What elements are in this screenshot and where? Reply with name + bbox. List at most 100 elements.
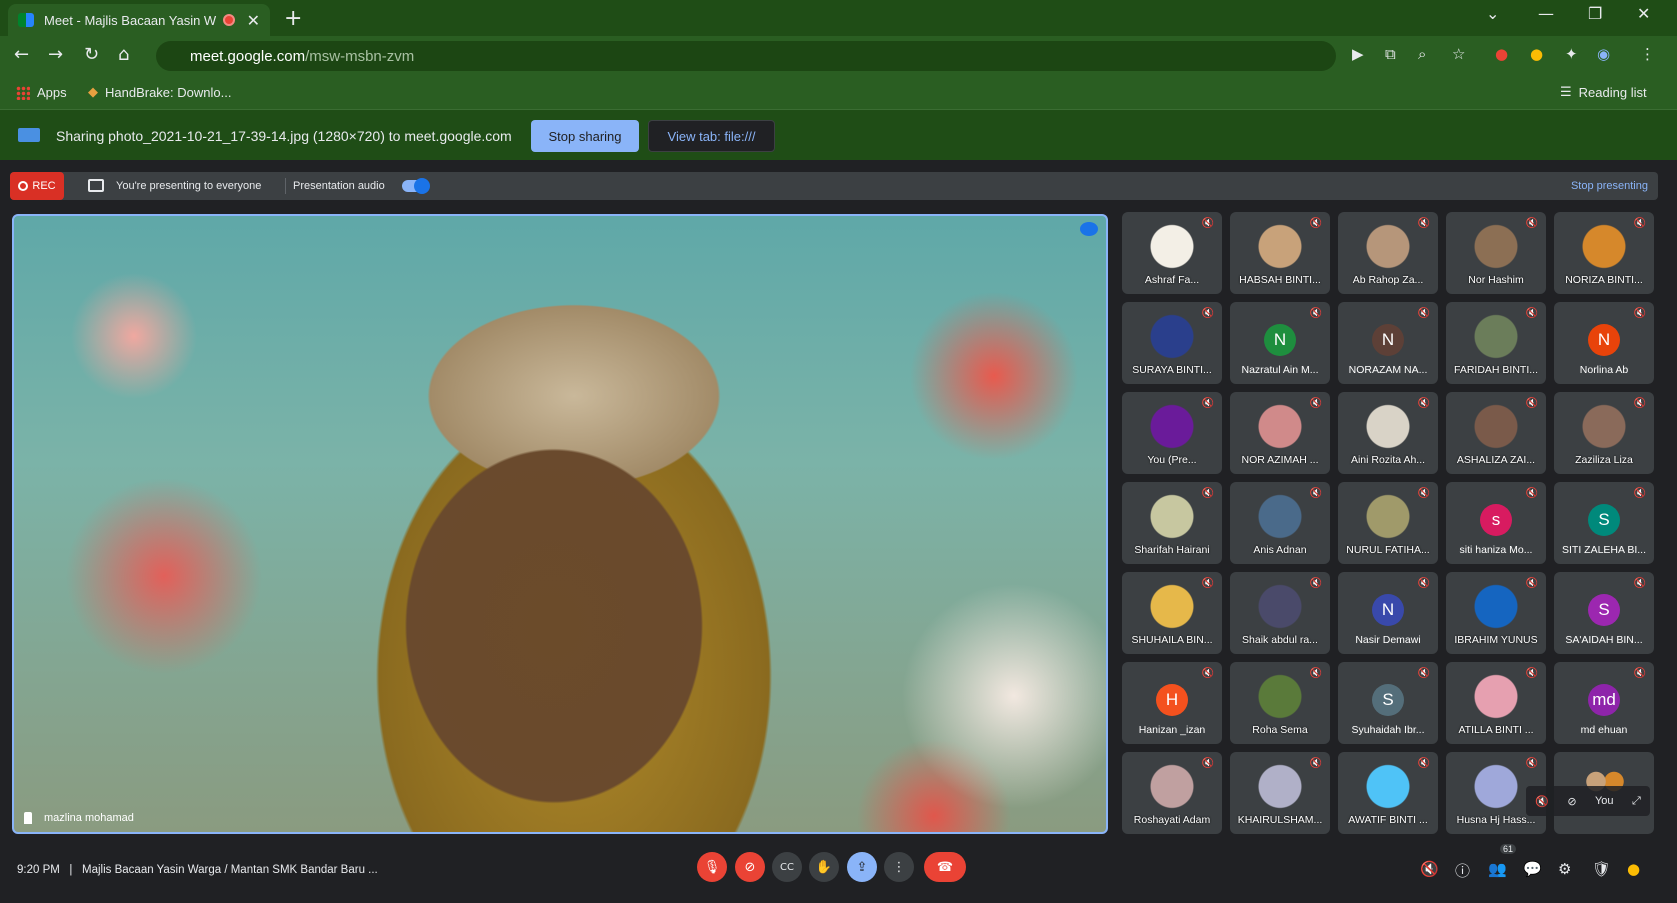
participant-tile[interactable]: 🔇 Shaik abdul ra... [1230,572,1330,654]
bookmark-handbrake[interactable]: ◆ HandBrake: Downlo... [88,85,231,100]
expand-icon[interactable]: ⤢ [1632,794,1641,808]
raise-hand-button[interactable]: ✋ [809,852,839,882]
leave-call-button[interactable]: ☎ [924,852,966,882]
participant-name: Shaik abdul ra... [1242,634,1318,646]
participant-tile[interactable]: H 🔇 Hanizan _izan [1122,662,1222,744]
main-speaker-video[interactable]: mazlina mohamad [12,214,1108,834]
stop-sharing-button[interactable]: Stop sharing [531,120,639,152]
participant-tile[interactable]: 🔇 IBRAHIM YUNUS [1446,572,1546,654]
zoom-icon[interactable]: ⌕ [1418,45,1426,63]
camera-in-use-icon[interactable]: ▶ [1352,45,1364,63]
restore-button[interactable]: ❐ [1588,4,1602,23]
activities-icon[interactable]: ⚙ [1558,860,1571,878]
meeting-info-icon[interactable]: ⓘ [1455,860,1470,881]
participant-tile[interactable]: 🔇 NORIZA BINTI... [1554,212,1654,294]
participant-tile[interactable]: 🔇 Ashraf Fa... [1122,212,1222,294]
participant-tile[interactable]: 🔇 FARIDAH BINTI... [1446,302,1546,384]
participant-tile[interactable]: 🔇 HABSAH BINTI... [1230,212,1330,294]
bookmark-star-icon[interactable]: ☆ [1452,45,1465,63]
avatar: S [1372,684,1404,716]
reading-list-icon: ☰ [1560,85,1572,100]
people-icon[interactable]: 👥 [1488,860,1507,878]
reading-list-button[interactable]: ☰ Reading list [1560,85,1647,100]
participant-tile[interactable]: 🔇 AWATIF BINTI ... [1338,752,1438,834]
participant-tile[interactable]: S 🔇 SITI ZALEHA BI... [1554,482,1654,564]
muted-mic-icon: 🔇 [1201,218,1214,229]
rec-badge[interactable]: REC [10,172,64,200]
participant-tile[interactable]: 🔇 NOR AZIMAH ... [1230,392,1330,474]
host-controls-icon[interactable]: 🛡 [1592,860,1611,878]
extension-bulb-icon[interactable]: ● [1530,45,1543,63]
view-tab-button[interactable]: View tab: file:/// [648,120,775,152]
tab-search-chevron-icon[interactable]: ⌄ [1486,4,1499,23]
open-external-icon[interactable]: ⧉ [1385,45,1396,63]
pin-icon[interactable] [24,812,32,824]
participant-tile[interactable]: S 🔇 Syuhaidah Ibr... [1338,662,1438,744]
participant-tile[interactable]: 🔇 KHAIRULSHAM... [1230,752,1330,834]
participant-tile[interactable]: 🔇 SURAYA BINTI... [1122,302,1222,384]
companion-bulb-icon[interactable]: ● [1627,860,1640,878]
participant-name: siti haniza Mo... [1459,544,1533,556]
address-bar[interactable]: meet.google.com/msw-msbn-zvm [156,41,1336,71]
participant-tile[interactable]: s 🔇 siti haniza Mo... [1446,482,1546,564]
muted-mic-icon: 🔇 [1633,308,1646,319]
participant-tile[interactable]: 🔇 ATILLA BINTI ... [1446,662,1546,744]
bookmark-apps[interactable]: Apps [16,85,67,100]
chat-icon[interactable]: 💬 [1523,860,1542,878]
browser-menu-icon[interactable]: ⋮ [1640,45,1655,63]
participant-tile[interactable]: 🔇 Roshayati Adam [1122,752,1222,834]
participant-name: Sharifah Hairani [1134,544,1210,556]
participant-tile[interactable]: md 🔇 md ehuan [1554,662,1654,744]
back-button[interactable]: ← [14,44,29,65]
minimize-button[interactable]: — [1538,4,1554,23]
profile-avatar[interactable]: ◉ [1597,45,1610,63]
participant-name: FARIDAH BINTI... [1453,364,1538,376]
participant-tile[interactable]: 🔇 Sharifah Hairani [1122,482,1222,564]
participant-tile[interactable]: 🔇 You (Pre... [1122,392,1222,474]
participant-tile[interactable]: 🔇 Aini Rozita Ah... [1338,392,1438,474]
mute-all-icon[interactable]: 🔇 [1420,860,1439,878]
home-button[interactable]: ⌂ [118,44,129,65]
url-host: meet.google.com [190,47,306,65]
browser-tab[interactable]: Meet - Majlis Bacaan Yasin W ✕ [8,4,270,36]
participant-tile[interactable]: N 🔇 NORAZAM NA... [1338,302,1438,384]
camera-off-button[interactable]: ⊘ [735,852,765,882]
participant-tile[interactable]: 🔇 ASHALIZA ZAI... [1446,392,1546,474]
participant-tile[interactable]: 🔇 Roha Sema [1230,662,1330,744]
participant-tile[interactable]: 🔇 Zaziliza Liza [1554,392,1654,474]
participant-tile[interactable]: 🔇 NURUL FATIHA... [1338,482,1438,564]
participant-tile[interactable]: 🔇 Anis Adnan [1230,482,1330,564]
avatar: s [1480,504,1512,536]
avatar: N [1264,324,1296,356]
self-mic-off-icon[interactable]: 🔇 [1535,795,1549,808]
participant-tile[interactable]: 🔇 SHUHAILA BIN... [1122,572,1222,654]
avatar: N [1588,324,1620,356]
participant-tile[interactable]: N 🔇 Nazratul Ain M... [1230,302,1330,384]
mic-off-button[interactable]: 🎙 [697,852,727,882]
participant-tile[interactable]: 🔇 Ab Rahop Za... [1338,212,1438,294]
participant-tile[interactable]: N 🔇 Nasir Demawi [1338,572,1438,654]
close-window-button[interactable]: ✕ [1637,4,1650,23]
stop-presenting-button[interactable]: Stop presenting [1571,180,1648,192]
meet-favicon-icon [18,13,34,27]
participant-name: SA'AIDAH BIN... [1565,634,1643,646]
presentation-audio-toggle[interactable] [402,178,430,194]
participant-tile[interactable]: 🔇 Nor Hashim [1446,212,1546,294]
more-options-button[interactable]: ⋮ [884,852,914,882]
tab-close-icon[interactable]: ✕ [247,11,260,30]
self-view-tile[interactable]: 🔇 ⊘ You ⤢ [1526,752,1654,834]
participant-name: Syuhaidah Ibr... [1351,724,1425,736]
participant-tile[interactable]: N 🔇 Norlina Ab [1554,302,1654,384]
participant-count-badge: 61 [1500,844,1517,854]
new-tab-button[interactable]: + [284,6,302,31]
muted-mic-icon: 🔇 [1309,758,1322,769]
reload-button[interactable]: ↻ [84,44,99,65]
participant-tile[interactable]: S 🔇 SA'AIDAH BIN... [1554,572,1654,654]
forward-button[interactable]: → [48,44,63,65]
extensions-puzzle-icon[interactable]: ✦ [1565,45,1578,63]
self-cam-off-icon[interactable]: ⊘ [1567,795,1576,808]
present-now-button[interactable]: ⇪ [847,852,877,882]
extension-red-icon[interactable]: ● [1495,45,1508,63]
browser-tab-bar: Meet - Majlis Bacaan Yasin W ✕ + ⌄ — ❐ ✕ [0,0,1677,36]
captions-button[interactable]: CC [772,852,802,882]
